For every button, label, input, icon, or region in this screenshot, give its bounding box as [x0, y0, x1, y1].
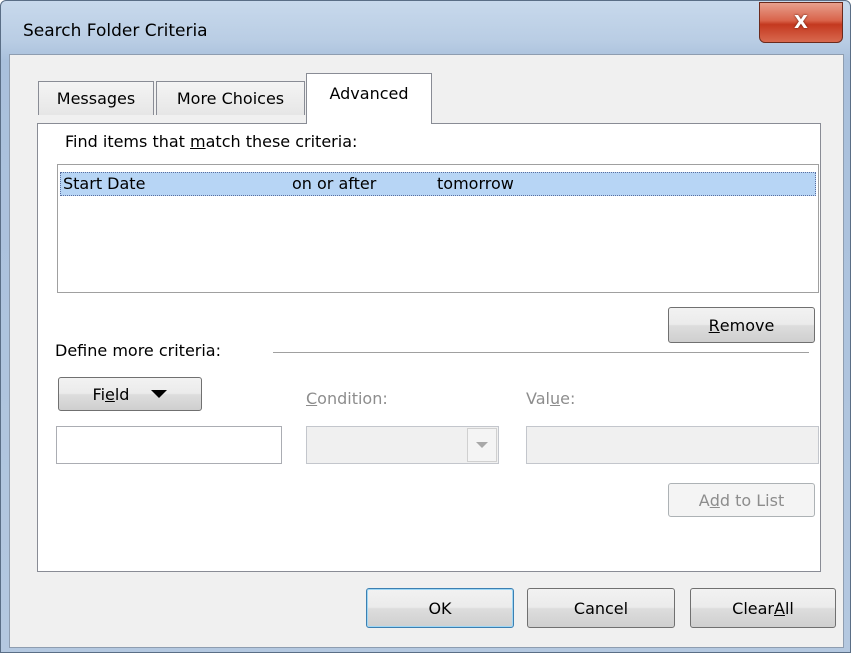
criteria-condition: on or after [292, 174, 377, 193]
chevron-down-icon [476, 442, 488, 448]
criteria-value: tomorrow [437, 174, 514, 193]
criteria-field: Start Date [63, 174, 146, 193]
tab-more-choices[interactable]: More Choices [156, 81, 305, 115]
close-button[interactable]: X [759, 2, 843, 43]
close-icon: X [794, 12, 808, 33]
field-input[interactable] [56, 426, 282, 464]
tab-advanced-label: Advanced [329, 84, 409, 103]
tab-messages-label: Messages [56, 89, 136, 108]
ok-button[interactable]: OK [366, 588, 514, 628]
condition-label: Condition: [306, 389, 388, 408]
clear-all-button[interactable]: Clear All [690, 588, 836, 628]
value-input [526, 426, 819, 464]
cancel-button[interactable]: Cancel [527, 588, 675, 628]
condition-select [306, 426, 499, 464]
tab-messages[interactable]: Messages [38, 81, 154, 115]
criteria-list[interactable]: Start Date on or after tomorrow [57, 164, 819, 293]
remove-button[interactable]: Remove [668, 307, 815, 343]
criteria-list-row[interactable]: Start Date on or after tomorrow [60, 172, 816, 196]
tab-more-choices-label: More Choices [176, 89, 285, 108]
tab-advanced[interactable]: Advanced [306, 73, 432, 124]
dialog-window: Search Folder Criteria X Messages More C… [0, 0, 851, 653]
condition-dropdown-button [467, 428, 497, 462]
criteria-list-label: Find items that match these criteria: [65, 132, 358, 151]
field-button[interactable]: Field [58, 377, 202, 411]
window-title: Search Folder Criteria [23, 21, 208, 41]
value-label: Value: [526, 389, 576, 408]
define-more-criteria-label: Define more criteria: [55, 341, 221, 360]
triangle-down-icon [151, 390, 168, 398]
section-divider [273, 352, 809, 353]
add-to-list-button: Add to List [668, 483, 815, 517]
